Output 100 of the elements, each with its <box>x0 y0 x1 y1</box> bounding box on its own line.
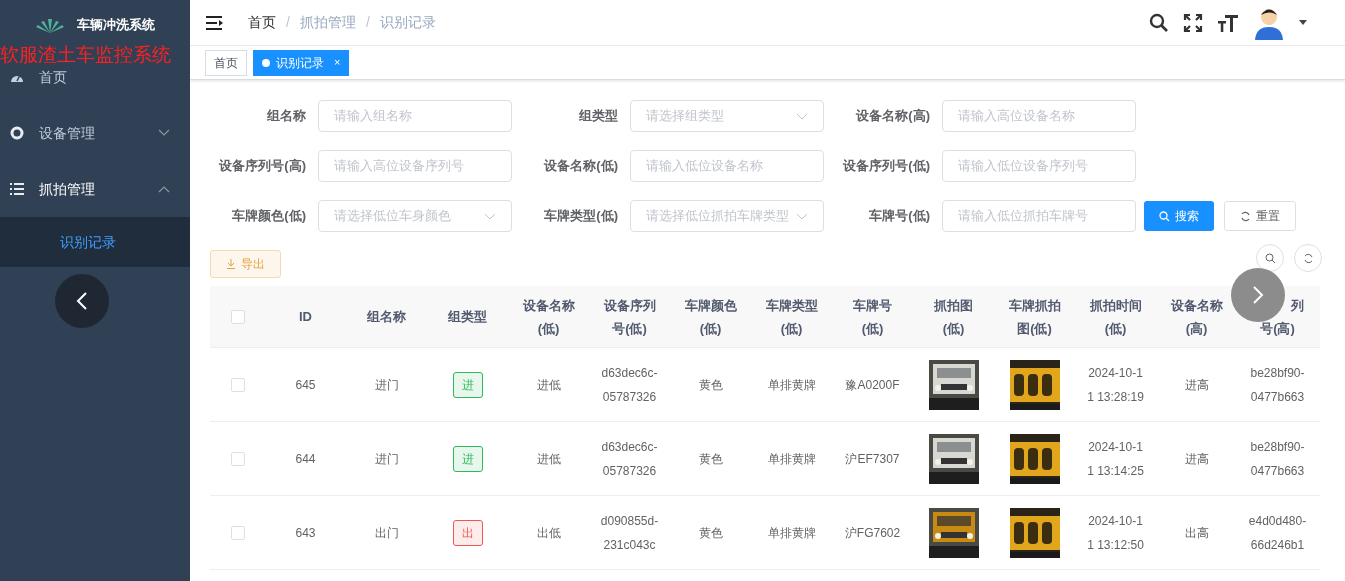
table-cell-text: 进门 <box>374 450 399 468</box>
page-tab[interactable]: 首页 <box>205 49 247 76</box>
checkbox[interactable] <box>230 525 245 540</box>
refresh-icon <box>1302 252 1314 264</box>
font-size-icon[interactable] <box>1217 12 1239 33</box>
type-tag: 出 <box>452 519 483 546</box>
table-cell-text: 进高 <box>1184 376 1209 394</box>
table-cell-text: 单排黄牌 <box>767 376 816 394</box>
chevron-left-icon <box>76 291 88 311</box>
table-cell-text: 黄色 <box>698 376 723 394</box>
input-field[interactable]: 请输入组名称 <box>318 100 512 132</box>
checkbox[interactable] <box>230 377 245 392</box>
column-header: 抓拍时间 (低) <box>1088 296 1143 338</box>
page-tab[interactable]: 识别记录 × <box>253 49 350 76</box>
menu-item[interactable]: 首页 <box>0 65 190 105</box>
tab-label: 识别记录 <box>276 54 324 72</box>
table-cell-text: 645 <box>295 376 316 394</box>
breadcrumb[interactable]: 首页 <box>248 12 276 33</box>
input-field[interactable]: 请输入低位抓拍车牌号 <box>942 200 1136 232</box>
select-field[interactable]: 请选择低位车身颜色 <box>318 200 512 232</box>
menu-item[interactable]: 设备管理 <box>0 105 190 161</box>
chevron-down-icon <box>484 212 496 220</box>
table-cell-text: be28bf90-0477b663 <box>1249 364 1306 406</box>
checkbox[interactable] <box>230 451 245 466</box>
export-button[interactable]: 导出 <box>210 250 281 278</box>
table-cell-text: d090855d-231c043c <box>599 512 660 554</box>
column-header: 抓拍图 (低) <box>933 296 974 338</box>
menu-item[interactable]: 抓拍管理 <box>0 161 190 217</box>
filter-label: 车牌号(低) <box>868 207 930 226</box>
column-header: 车牌号 (低) <box>852 296 893 338</box>
search-icon[interactable] <box>1149 12 1169 33</box>
select-field[interactable]: 请选择组类型 <box>630 100 824 132</box>
table-cell-text: 黄色 <box>698 450 723 468</box>
table-cell-text: be28bf90-0477b663 <box>1249 438 1306 480</box>
column-header: 设备名称 (高) <box>1169 296 1224 338</box>
table-cell-text: d63dec6c-05787326 <box>600 364 659 406</box>
column-header-text: 列 <box>1291 296 1304 315</box>
input-field[interactable]: 请输入低位设备序列号 <box>942 150 1136 182</box>
table-cell-text: 644 <box>295 450 316 468</box>
reset-button[interactable]: 重置 <box>1224 201 1296 231</box>
input-field[interactable]: 请输入高位设备名称 <box>942 100 1136 132</box>
table-cell-text: d63dec6c-05787326 <box>600 438 659 480</box>
breadcrumb: 识别记录 <box>379 13 436 32</box>
filter-label: 车牌类型(低) <box>543 207 618 226</box>
table-cell-text: 出低 <box>536 524 561 542</box>
ring-icon <box>10 126 24 140</box>
input-field[interactable]: 请输入低位设备名称 <box>630 150 824 182</box>
column-header: 组类型 <box>447 308 488 326</box>
filter-label: 组名称 <box>266 107 306 126</box>
table-cell-text: 单排黄牌 <box>767 450 816 468</box>
table-cell-text: 2024-10-11 13:14:25 <box>1086 438 1145 480</box>
breadcrumb-separator: / <box>365 13 370 32</box>
column-header: 设备名称 (低) <box>521 296 576 338</box>
overlay-caption: 软服渣土车监控系统 <box>0 45 171 65</box>
list-icon <box>10 183 24 195</box>
column-header: 车牌颜色 (低) <box>683 296 738 338</box>
next-arrow-button[interactable] <box>1231 268 1285 322</box>
table-cell-text: 2024-10-11 13:12:50 <box>1086 512 1145 554</box>
table-cell-text: 进低 <box>536 376 561 394</box>
search-icon <box>1159 210 1170 222</box>
fullscreen-icon[interactable] <box>1183 12 1203 33</box>
column-header: 车牌抓拍 图(低) <box>1007 296 1062 338</box>
table-cell-text: 643 <box>295 524 316 542</box>
table-cell-text: 单排黄牌 <box>767 524 816 542</box>
column-header: 组名称 <box>366 308 407 326</box>
select-field[interactable]: 请选择低位抓拍车牌类型 <box>630 200 824 232</box>
chevron-down-icon <box>158 129 170 137</box>
search-button[interactable]: 搜索 <box>1144 201 1214 231</box>
table-cell-text: 出高 <box>1184 524 1209 542</box>
submenu-item[interactable]: 识别记录 <box>0 217 190 267</box>
table-cell-text: 进高 <box>1184 450 1209 468</box>
app-title: 车辆冲洗系统 <box>77 15 155 34</box>
filter-label: 设备名称(高) <box>855 107 930 126</box>
checkbox[interactable] <box>230 309 245 324</box>
filter-label: 设备名称(低) <box>543 157 618 176</box>
input-field[interactable]: 请输入高位设备序列号 <box>318 150 512 182</box>
breadcrumb[interactable]: 抓拍管理 <box>299 12 356 33</box>
chevron-down-icon <box>796 112 808 120</box>
caret-down-icon[interactable] <box>1299 20 1307 25</box>
table-cell-text: e4d0d480-66d246b1 <box>1247 512 1308 554</box>
table-cell-text: 出门 <box>374 524 399 542</box>
table-cell-text: 沪EF7307 <box>845 450 900 468</box>
chevron-up-icon <box>158 185 170 193</box>
column-header: 设备序列 号(低) <box>602 296 657 338</box>
menu-fold-icon[interactable] <box>206 15 224 30</box>
column-header: ID <box>298 308 313 326</box>
tab-label: 首页 <box>214 54 238 72</box>
menu-label: 设备管理 <box>39 123 95 143</box>
menu-label: 抓拍管理 <box>39 179 95 199</box>
type-tag: 进 <box>452 445 483 472</box>
table-cell-text: 黄色 <box>698 524 723 542</box>
leaf-logo-icon <box>35 16 65 33</box>
menu-label: 首页 <box>39 67 67 87</box>
filter-label: 组类型 <box>578 107 618 126</box>
close-icon[interactable]: × <box>334 54 341 71</box>
chevron-down-icon <box>796 212 808 220</box>
breadcrumb-separator: / <box>286 13 290 32</box>
download-icon <box>226 259 236 269</box>
type-tag: 进 <box>452 371 483 398</box>
filter-label: 设备序列号(高) <box>218 157 306 176</box>
